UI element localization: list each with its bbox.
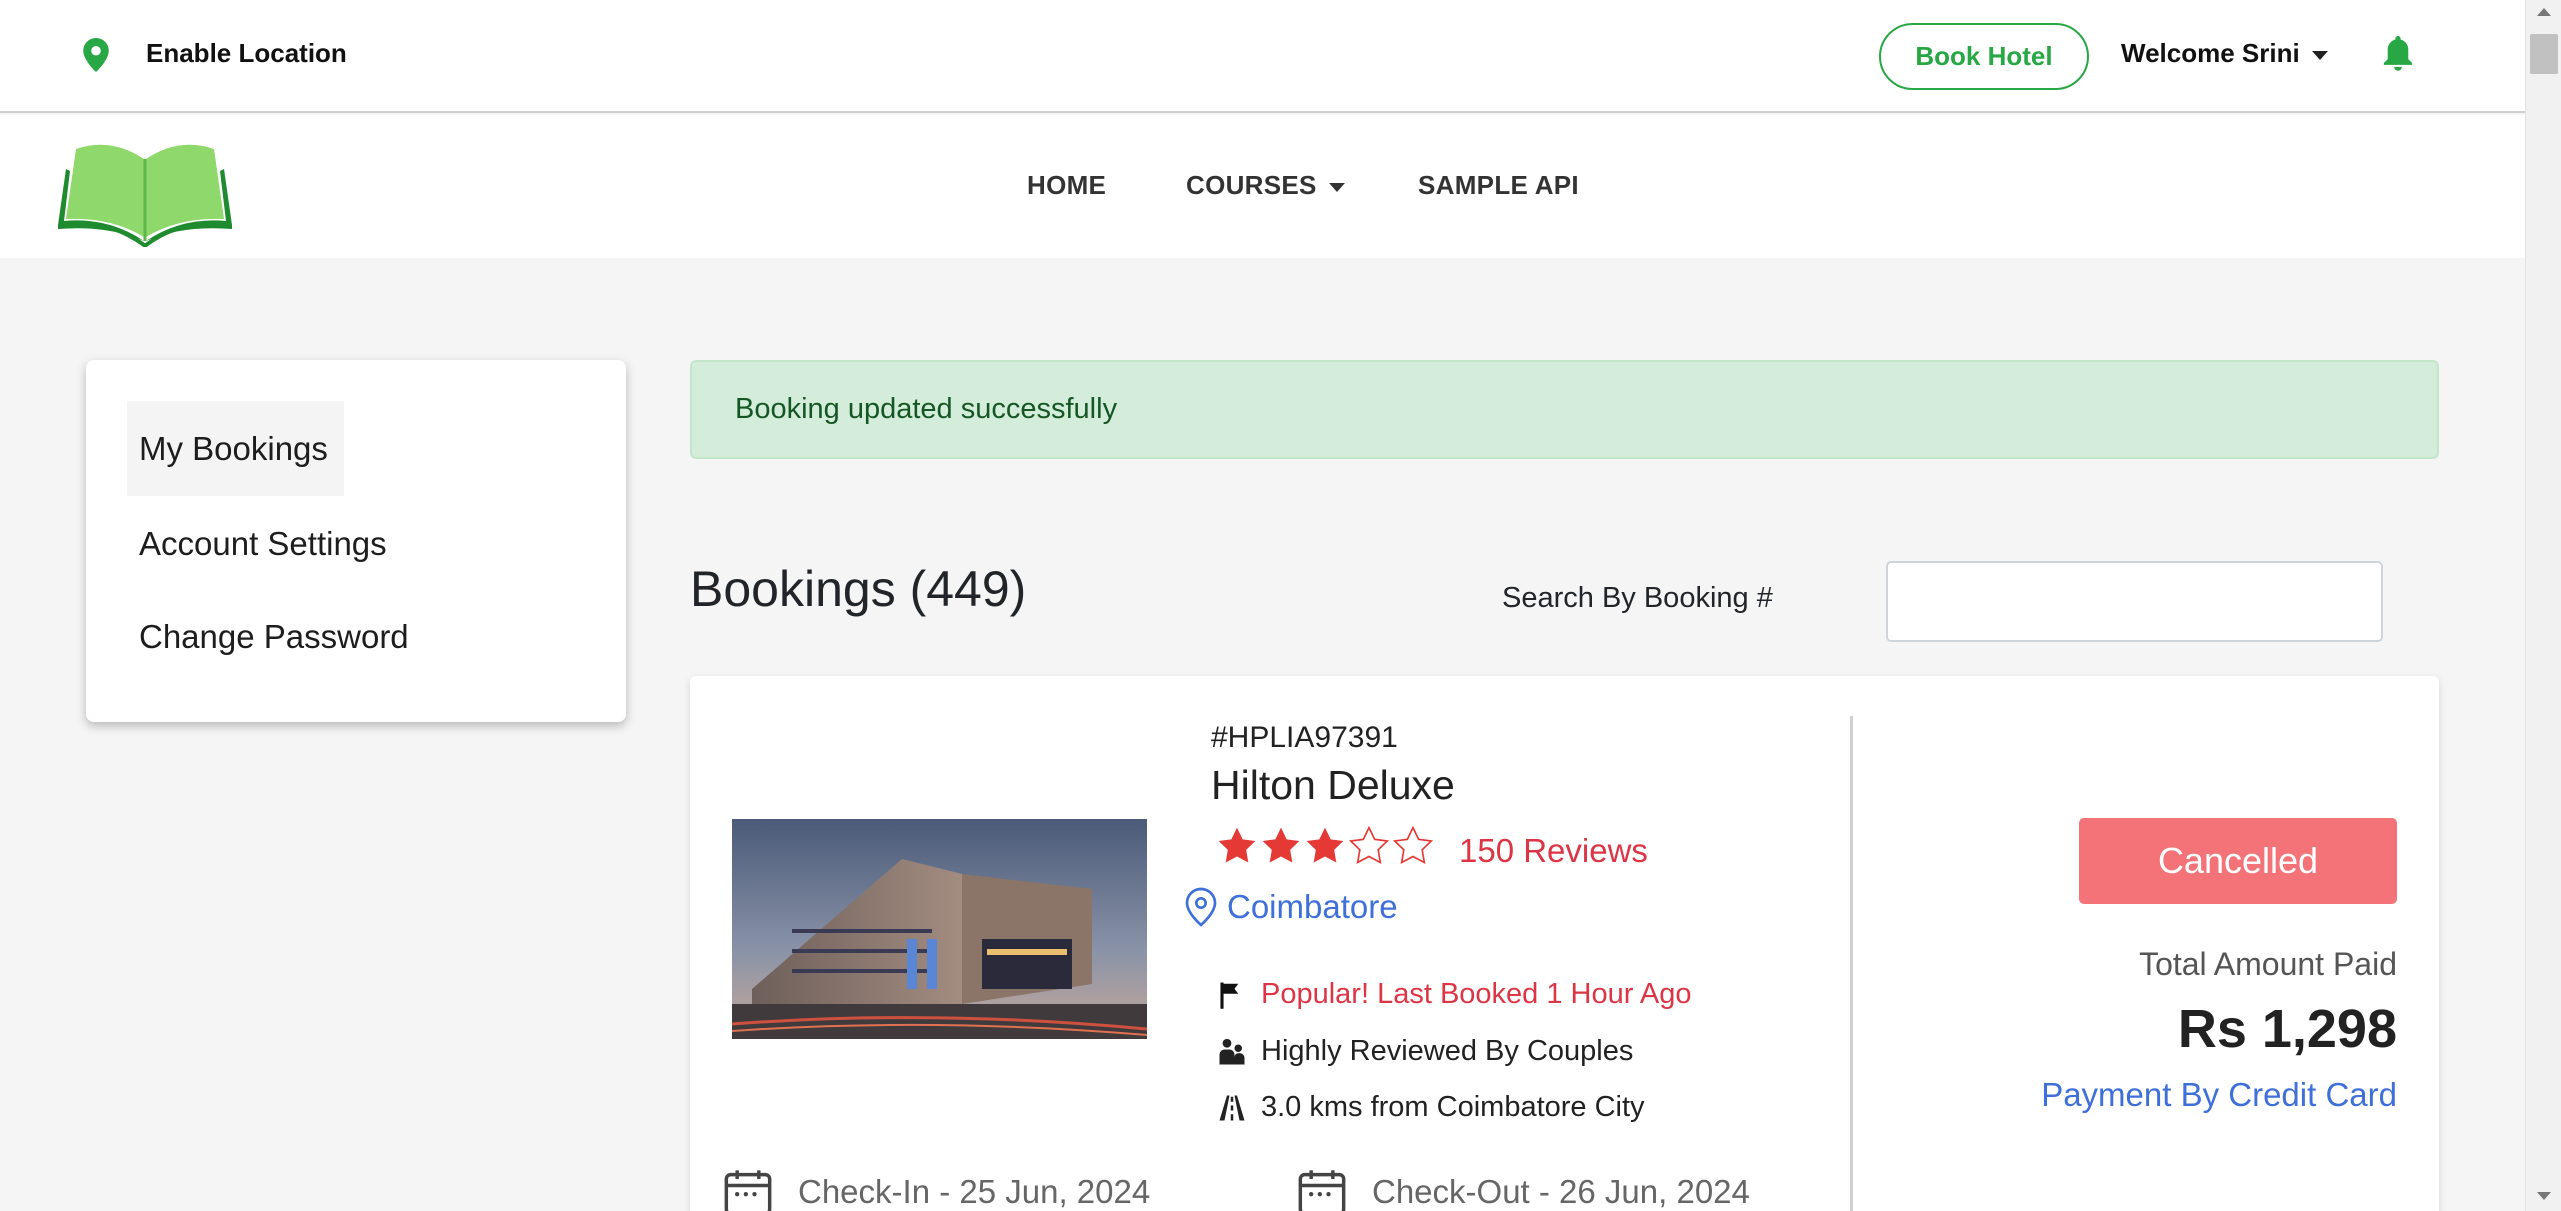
couple-icon [1219,1038,1245,1064]
search-booking-input[interactable] [1886,561,2383,642]
feature-popular: Popular! Last Booked 1 Hour Ago [1217,978,1691,1011]
star-filled-icon [1262,827,1300,863]
star-empty-icon [1349,826,1389,865]
vertical-scrollbar[interactable] [2525,0,2561,1211]
nav-home[interactable]: HOME [1027,170,1106,201]
booking-id: #HPLIA97391 [1211,721,1398,754]
total-amount-label: Total Amount Paid [2139,946,2397,982]
booking-card: #HPLIA97391 Hilton Deluxe 150 Reviews Co… [690,676,2439,1211]
nav-courses[interactable]: COURSES [1186,170,1345,201]
feature-text: 3.0 kms from Coimbatore City [1261,1091,1645,1123]
location-pin-icon [1185,887,1217,927]
top-bar: Enable Location Book Hotel Welcome Srini [0,0,2525,113]
reviews-link[interactable]: 150 Reviews [1459,832,1648,870]
success-alert: Booking updated successfully [690,360,2439,459]
scroll-down-arrow-icon[interactable] [2537,1192,2551,1200]
star-filled-icon [1306,827,1344,863]
hotel-city-link[interactable]: Coimbatore [1227,888,1398,926]
sidebar-item-change-password[interactable]: Change Password [139,618,409,656]
check-in-date: Check-In - 25 Jun, 2024 [722,1166,1150,1211]
hotel-name[interactable]: Hilton Deluxe [1211,762,1455,809]
alert-message: Booking updated successfully [735,393,1118,425]
search-label: Search By Booking # [1502,582,1773,614]
account-sidebar: My Bookings Account Settings Change Pass… [86,360,626,722]
scroll-thumb[interactable] [2530,34,2558,74]
feature-couples: Highly Reviewed By Couples [1217,1035,1633,1068]
feature-text: Popular! Last Booked 1 Hour Ago [1261,978,1692,1010]
main-navbar: HOME COURSES SAMPLE API [0,115,2525,258]
payment-method-link[interactable]: Payment By Credit Card [2041,1076,2397,1114]
chevron-down-icon [1328,182,1345,192]
check-in-text: Check-In - 25 Jun, 2024 [798,1173,1151,1210]
sidebar-item-account-settings[interactable]: Account Settings [139,525,387,563]
chevron-down-icon [2311,50,2328,60]
card-divider [1850,716,1853,1211]
hotel-photo[interactable] [732,819,1147,1039]
star-empty-icon [1393,826,1433,865]
enable-location-link[interactable]: Enable Location [146,38,347,69]
welcome-label: Welcome Srini [2121,38,2300,68]
book-hotel-button[interactable]: Book Hotel [1879,23,2089,90]
scroll-up-arrow-icon[interactable] [2537,8,2551,16]
status-cancelled-button[interactable]: Cancelled [2079,818,2397,904]
road-icon [1219,1095,1245,1120]
flag-icon [1220,982,1239,1009]
sidebar-item-my-bookings[interactable]: My Bookings [127,401,344,496]
nav-sample-api[interactable]: SAMPLE API [1418,170,1579,201]
notification-bell-icon[interactable] [2382,36,2414,72]
check-out-text: Check-Out - 26 Jun, 2024 [1372,1173,1750,1210]
feature-distance: 3.0 kms from Coimbatore City [1217,1091,1645,1124]
check-out-date: Check-Out - 26 Jun, 2024 [1296,1166,1750,1211]
book-logo[interactable] [56,129,234,247]
user-menu-dropdown[interactable]: Welcome Srini [2121,38,2328,69]
page-title: Bookings (449) [690,561,1027,617]
feature-text: Highly Reviewed By Couples [1261,1035,1634,1067]
star-rating [1217,826,1433,866]
calendar-icon [1298,1170,1346,1211]
total-amount-value: Rs 1,298 [2177,999,2397,1059]
location-pin-icon[interactable] [83,38,109,72]
calendar-icon [724,1170,772,1211]
star-filled-icon [1218,827,1256,863]
nav-courses-label: COURSES [1186,170,1317,200]
